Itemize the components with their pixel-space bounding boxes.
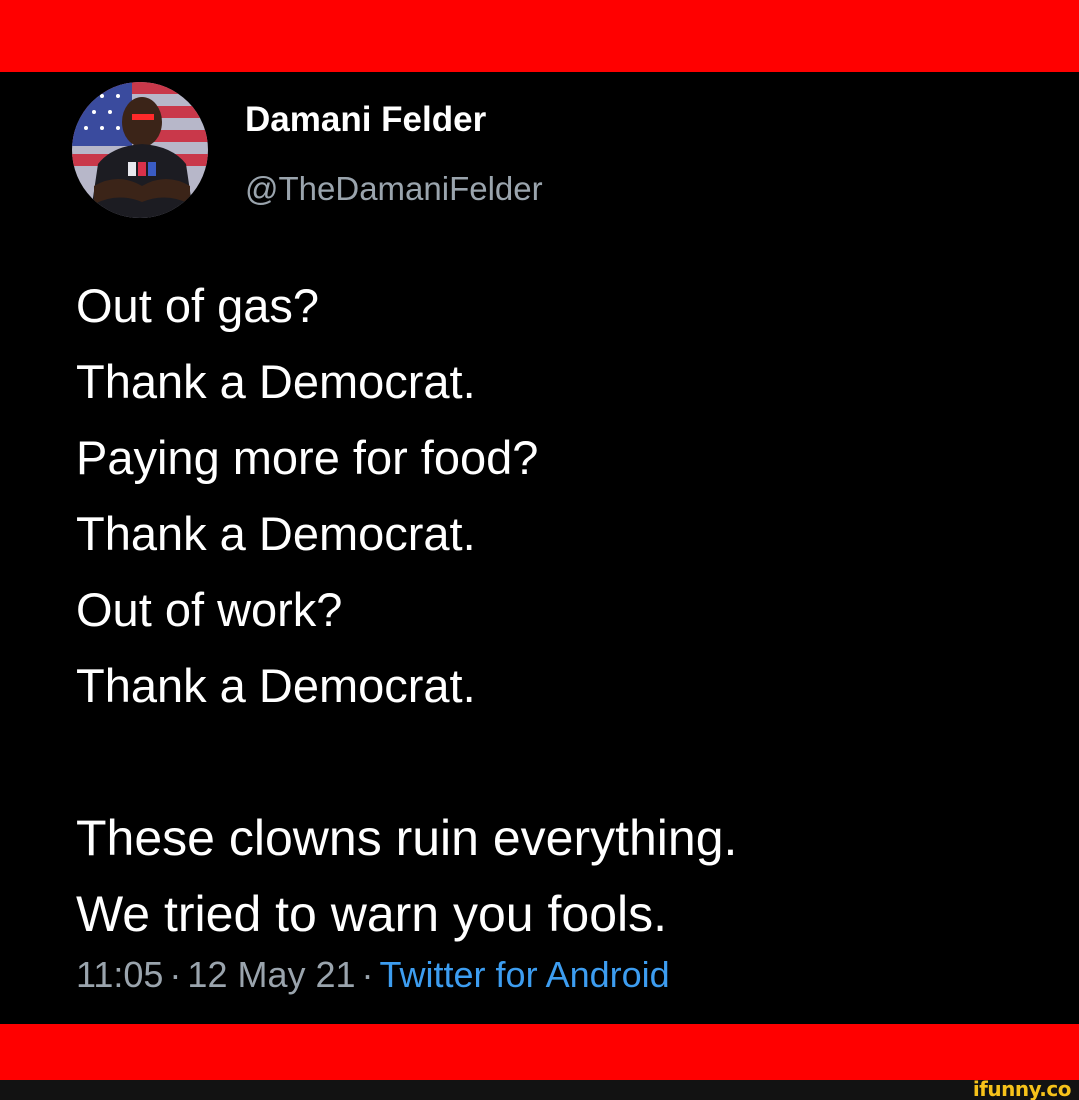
ifunny-watermark: ifunny.co [972,1077,1072,1100]
meme-page: Damani Felder @TheDamaniFelder Out of ga… [0,0,1079,1100]
tweet-line: These clowns ruin everything. [76,810,738,866]
bottom-red-banner [0,1024,1079,1080]
tweet-line: Thank a Democrat. [76,507,476,560]
tweet-line: Out of work? [76,583,343,636]
profile-avatar-icon[interactable] [72,82,208,218]
top-red-banner [0,0,1079,72]
footer-strip [0,1080,1079,1100]
tweet-line: Out of gas? [76,279,319,332]
tweet-line: We tried to warn you fools. [76,886,668,942]
avatar-image [72,82,208,218]
tweet-line: Paying more for food? [76,431,539,484]
user-handle[interactable]: @TheDamaniFelder [245,170,543,208]
tweet-line: Thank a Democrat. [76,659,476,712]
tweet-meta: 11:05 · 12 May 21 · Twitter for Android [76,954,670,996]
tweet-time[interactable]: 11:05 [76,954,163,995]
tweet-date[interactable]: 12 May 21 [187,954,355,995]
meta-separator: · [169,954,182,995]
meta-separator: · [361,954,374,995]
display-name[interactable]: Damani Felder [245,100,486,140]
tweet-line: Thank a Democrat. [76,355,476,408]
tweet-text: Out of gas? Thank a Democrat. Paying mor… [76,268,1056,952]
tweet-source-link[interactable]: Twitter for Android [380,954,670,995]
